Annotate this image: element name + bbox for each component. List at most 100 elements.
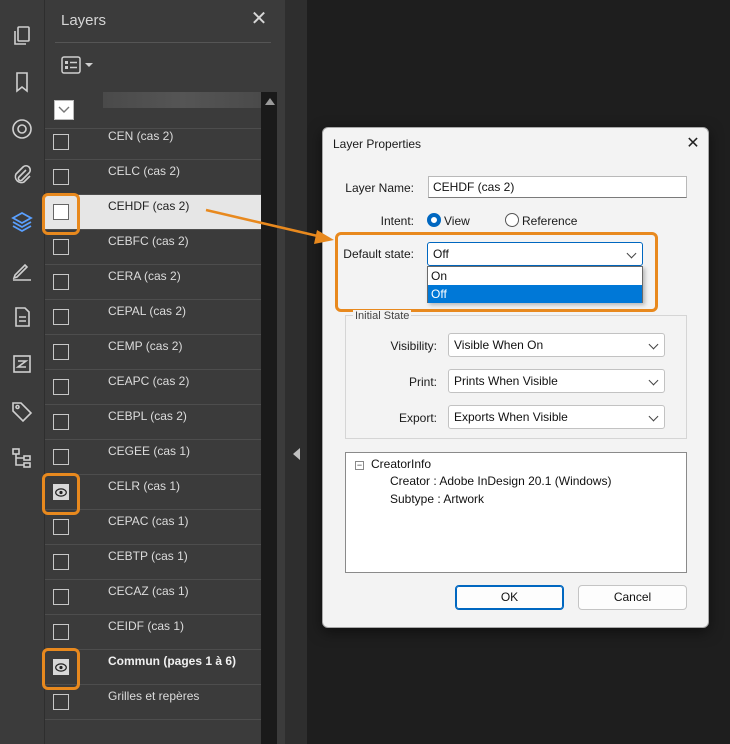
layer-label: CELC (cas 2)	[108, 164, 181, 178]
target-icon[interactable]	[8, 115, 36, 143]
pages-icon[interactable]	[8, 22, 36, 50]
layer-row[interactable]: CEN (cas 2)	[45, 125, 261, 160]
layer-label: CELR (cas 1)	[108, 479, 181, 493]
chevron-down-icon	[648, 339, 659, 350]
export-label: Export:	[398, 411, 437, 425]
layers-panel: Layers ✕ CEN (cas 2) CELC (cas 2) CEHDF (c…	[42, 0, 285, 744]
intent-reference-label: Reference	[522, 214, 578, 228]
panel-splitter[interactable]	[285, 0, 307, 744]
callout-highlight	[42, 648, 80, 690]
callout-highlight	[42, 193, 80, 235]
chevron-down-icon	[648, 411, 659, 422]
layer-label: CEPAC (cas 1)	[108, 514, 189, 528]
tool-rail	[0, 0, 45, 744]
scroll-up-arrow-icon[interactable]	[265, 98, 275, 105]
collapse-panel-icon[interactable]	[293, 448, 300, 460]
collapse-toggle-icon[interactable]: −	[355, 461, 364, 470]
callout-highlight	[335, 232, 658, 312]
visibility-checkbox[interactable]	[53, 589, 69, 605]
layer-label: Commun (pages 1 à 6)	[108, 654, 237, 668]
layer-label: CEHDF (cas 2)	[108, 199, 190, 213]
layer-row[interactable]: CEPAC (cas 1)	[45, 510, 261, 545]
chevron-down-icon	[58, 106, 70, 113]
print-select[interactable]: Prints When Visible	[448, 369, 665, 393]
attachment-icon[interactable]	[8, 161, 36, 189]
chevron-down-icon	[648, 375, 659, 386]
visibility-checkbox[interactable]	[53, 624, 69, 640]
layer-row[interactable]: CEGEE (cas 1)	[45, 440, 261, 475]
layer-label: CEBFC (cas 2)	[108, 234, 189, 248]
tag-icon[interactable]	[8, 397, 36, 425]
callout-highlight	[42, 473, 80, 515]
visibility-checkbox[interactable]	[53, 694, 69, 710]
layer-row[interactable]: CEAPC (cas 2)	[45, 370, 261, 405]
ok-button[interactable]: OK	[455, 585, 564, 610]
visibility-checkbox[interactable]	[53, 239, 69, 255]
print-label: Print:	[408, 375, 437, 389]
layer-label: Grilles et repères	[108, 689, 200, 703]
layer-row[interactable]: CERA (cas 2)	[45, 265, 261, 300]
export-select[interactable]: Exports When Visible	[448, 405, 665, 429]
visibility-checkbox[interactable]	[53, 344, 69, 360]
visibility-checkbox[interactable]	[53, 519, 69, 535]
layer-name-input[interactable]	[428, 176, 687, 198]
layer-label: CEIDF (cas 1)	[108, 619, 185, 633]
intent-reference-radio[interactable]	[505, 213, 519, 227]
visibility-checkbox[interactable]	[53, 274, 69, 290]
visibility-checkbox[interactable]	[53, 449, 69, 465]
layer-label: CEPAL (cas 2)	[108, 304, 187, 318]
divider	[55, 42, 271, 43]
select-all-checkbox[interactable]	[54, 100, 74, 120]
dialog-title: Layer Properties	[333, 137, 422, 151]
initial-state-title: Initial State	[353, 310, 412, 322]
close-icon[interactable]: ✕	[683, 134, 703, 154]
layer-label: CEBTP (cas 1)	[108, 549, 188, 563]
layer-row[interactable]: Grilles et repères	[45, 685, 261, 720]
intent-view-label: View	[444, 214, 470, 228]
signature-icon[interactable]	[8, 256, 36, 284]
layers-icon[interactable]	[8, 208, 36, 236]
chevron-down-icon	[85, 63, 93, 67]
structure-icon[interactable]	[8, 444, 36, 472]
tree-root-node[interactable]: CreatorInfo	[371, 457, 431, 471]
layer-row[interactable]: CECAZ (cas 1)	[45, 580, 261, 615]
layer-row[interactable]: CEMP (cas 2)	[45, 335, 261, 370]
visibility-checkbox[interactable]	[53, 379, 69, 395]
layer-label: CERA (cas 2)	[108, 269, 181, 283]
bookmark-icon[interactable]	[8, 68, 36, 96]
visibility-label: Visibility:	[390, 339, 437, 353]
print-value: Prints When Visible	[454, 374, 558, 388]
compare-icon[interactable]	[8, 350, 36, 378]
list-options-icon	[61, 56, 81, 74]
intent-view-radio[interactable]	[427, 213, 441, 227]
close-icon[interactable]: ✕	[248, 8, 270, 30]
visibility-checkbox[interactable]	[53, 554, 69, 570]
layer-row[interactable]: CEBPL (cas 2)	[45, 405, 261, 440]
export-value: Exports When Visible	[454, 410, 568, 424]
visibility-value: Visible When On	[454, 338, 544, 352]
layer-row[interactable]: CEPAL (cas 2)	[45, 300, 261, 335]
layer-label: CEAPC (cas 2)	[108, 374, 190, 388]
layer-label: CEBPL (cas 2)	[108, 409, 187, 423]
layer-name-label: Layer Name:	[345, 181, 414, 195]
visibility-checkbox[interactable]	[53, 134, 69, 150]
metadata-tree: − CreatorInfo Creator : Adobe InDesign 2…	[345, 452, 687, 573]
layer-properties-dialog: Layer Properties ✕ Layer Name: Intent: V…	[322, 127, 709, 628]
scrollbar[interactable]	[261, 92, 277, 744]
layer-row[interactable]: CEBTP (cas 1)	[45, 545, 261, 580]
layer-row[interactable]: CELC (cas 2)	[45, 160, 261, 195]
intent-label: Intent:	[380, 214, 414, 228]
blurred-header	[103, 92, 263, 108]
options-menu-button[interactable]	[61, 54, 97, 76]
tree-creator-node: Creator : Adobe InDesign 20.1 (Windows)	[390, 474, 612, 488]
layer-row[interactable]: CEBFC (cas 2)	[45, 230, 261, 265]
layer-row[interactable]: CEIDF (cas 1)	[45, 615, 261, 650]
panel-title: Layers	[61, 12, 107, 29]
visibility-checkbox[interactable]	[53, 309, 69, 325]
document-icon[interactable]	[8, 303, 36, 331]
cancel-button[interactable]: Cancel	[578, 585, 687, 610]
visibility-checkbox[interactable]	[53, 414, 69, 430]
layer-label: CEGEE (cas 1)	[108, 444, 191, 458]
visibility-checkbox[interactable]	[53, 169, 69, 185]
visibility-select[interactable]: Visible When On	[448, 333, 665, 357]
